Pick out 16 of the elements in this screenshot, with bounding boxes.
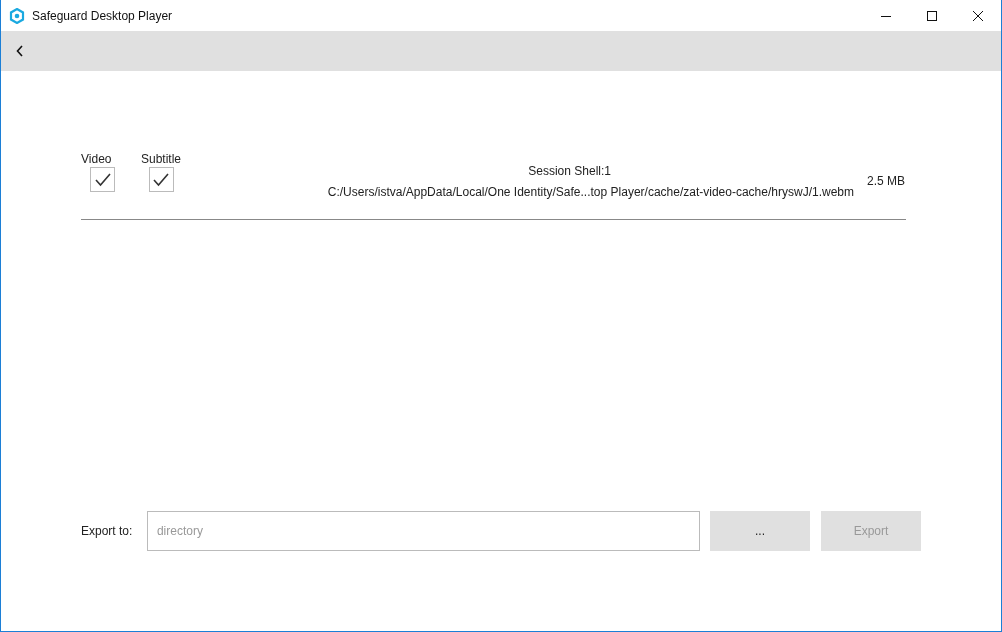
session-name: Session Shell:1 xyxy=(528,164,611,178)
file-size: 2.5 MB xyxy=(867,173,905,188)
directory-field[interactable]: directory xyxy=(146,511,700,551)
window-title: Safeguard Desktop Player xyxy=(32,8,173,23)
checkmark-icon xyxy=(94,172,111,187)
checkmark-icon xyxy=(153,172,169,187)
close-icon xyxy=(973,10,983,21)
export-label: Export to: xyxy=(81,524,134,538)
file-path: C:/Users/istva/AppData/Local/One Identity/Safe...top Player/cache/zat-video-cache/hryswJ/1.webm xyxy=(327,185,854,199)
checkbox[interactable] xyxy=(148,167,174,192)
maximize-icon xyxy=(927,10,937,21)
checkbox[interactable] xyxy=(90,167,115,192)
browse-button[interactable]: ... xyxy=(710,511,810,551)
checkbox-label: Video xyxy=(81,152,112,166)
app-logo-icon xyxy=(9,7,25,24)
checkbox-label: Subtitle xyxy=(141,152,182,166)
